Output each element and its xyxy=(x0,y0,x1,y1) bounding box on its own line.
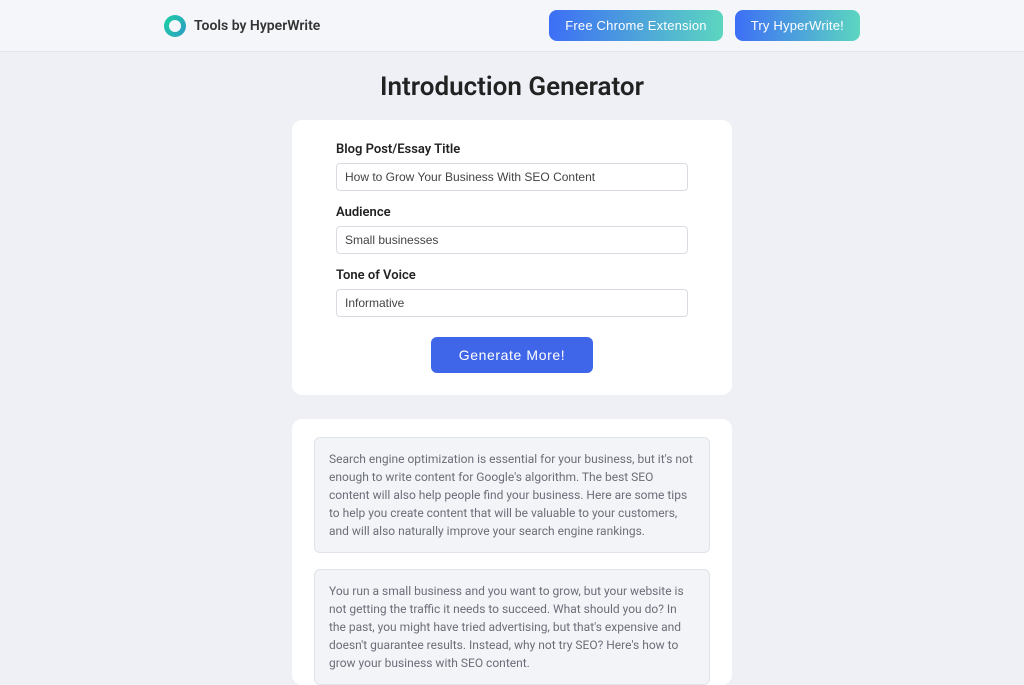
generator-form-card: Blog Post/Essay Title Audience Tone of V… xyxy=(292,120,732,395)
brand[interactable]: Tools by HyperWrite xyxy=(164,15,320,37)
result-item[interactable]: Search engine optimization is essential … xyxy=(314,437,710,553)
title-label: Blog Post/Essay Title xyxy=(336,142,688,157)
logo-icon xyxy=(164,15,186,37)
header-actions: Free Chrome Extension Try HyperWrite! xyxy=(549,10,860,41)
results-card: Search engine optimization is essential … xyxy=(292,419,732,685)
title-input[interactable] xyxy=(336,163,688,191)
tone-label: Tone of Voice xyxy=(336,268,688,283)
audience-label: Audience xyxy=(336,205,688,220)
brand-text: Tools by HyperWrite xyxy=(194,18,320,34)
try-hyperwrite-button[interactable]: Try HyperWrite! xyxy=(735,10,860,41)
header: Tools by HyperWrite Free Chrome Extensio… xyxy=(0,0,1024,52)
page-title: Introduction Generator xyxy=(0,72,1024,102)
audience-input[interactable] xyxy=(336,226,688,254)
result-item[interactable]: You run a small business and you want to… xyxy=(314,569,710,685)
generate-button[interactable]: Generate More! xyxy=(431,337,593,373)
chrome-extension-button[interactable]: Free Chrome Extension xyxy=(549,10,722,41)
tone-input[interactable] xyxy=(336,289,688,317)
